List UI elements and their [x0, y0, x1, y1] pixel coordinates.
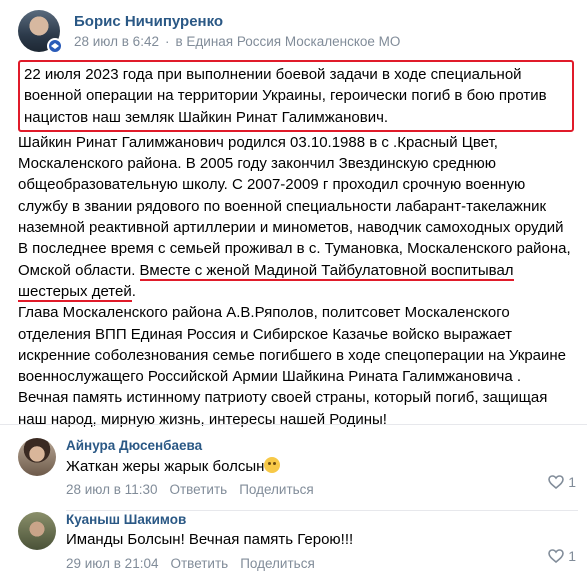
comment-author[interactable]: Куаныш Шакимов	[66, 512, 186, 527]
comment-text: Жаткан жеры жарык болсын	[66, 457, 281, 475]
comment-item: Айнура Дюсенбаева Жаткан жеры жарык болс…	[18, 438, 578, 512]
share-button[interactable]: Поделиться	[240, 556, 315, 571]
like-count: 1	[568, 474, 576, 490]
post-author-name[interactable]: Борис Ничипуренко	[74, 13, 223, 30]
post-header: Борис Ничипуренко 28 июл в 6:42 · в Единая…	[18, 8, 578, 54]
comment-date[interactable]: 28 июл в 11:30	[66, 482, 157, 497]
post-divider	[0, 424, 587, 425]
comment-avatar[interactable]	[18, 438, 56, 476]
reply-button[interactable]: Ответить	[170, 556, 228, 571]
family-text-end: .	[131, 282, 136, 300]
share-button[interactable]: Поделиться	[239, 482, 314, 497]
reply-button[interactable]: Ответить	[169, 482, 227, 497]
bio-paragraph: Шайкин Ринат Галимжанович родился 03.10.…	[18, 133, 564, 237]
post-date[interactable]: 28 июл в 6:42	[74, 34, 159, 49]
post-meta: 28 июл в 6:42 · в Единая Россия Москаленск…	[74, 34, 400, 49]
comment-text-content: Жаткан жеры жарык болсын	[66, 458, 265, 475]
like-button[interactable]: 1	[548, 548, 576, 564]
highlighted-paragraph: 22 июля 2023 года при выполнении боевой …	[18, 60, 574, 132]
heart-icon	[548, 549, 565, 563]
comment-text: Иманды Болсын! Вечная память Герою!!!	[66, 531, 354, 548]
post-text: 22 июля 2023 года при выполнении боевой …	[18, 60, 574, 430]
like-button[interactable]: 1	[548, 474, 576, 490]
comment-divider	[66, 510, 578, 511]
comment-author[interactable]: Айнура Дюсенбаева	[66, 438, 202, 453]
author-avatar[interactable]	[18, 10, 63, 54]
family-paragraph: В последнее время с семьей проживал в с.…	[18, 238, 574, 302]
heart-icon	[548, 475, 565, 489]
comment-date[interactable]: 29 июл в 21:04	[66, 556, 158, 571]
condolence-paragraph: Глава Москаленского района А.В.Ряполов, …	[18, 304, 567, 428]
comment-meta: 29 июл в 21:04 Ответить Поделиться	[66, 556, 315, 571]
crying-face-icon	[264, 457, 281, 473]
like-count: 1	[568, 548, 576, 564]
community-badge-icon	[47, 38, 63, 54]
comment-meta: 28 июл в 11:30 Ответить Поделиться	[66, 482, 314, 497]
comment-avatar[interactable]	[18, 512, 56, 550]
comment-item: Куаныш Шакимов Иманды Болсын! Вечная пам…	[18, 512, 578, 572]
meta-separator: ·	[164, 34, 170, 49]
post-community-link[interactable]: в Единая Россия Москаленское МО	[175, 34, 400, 49]
